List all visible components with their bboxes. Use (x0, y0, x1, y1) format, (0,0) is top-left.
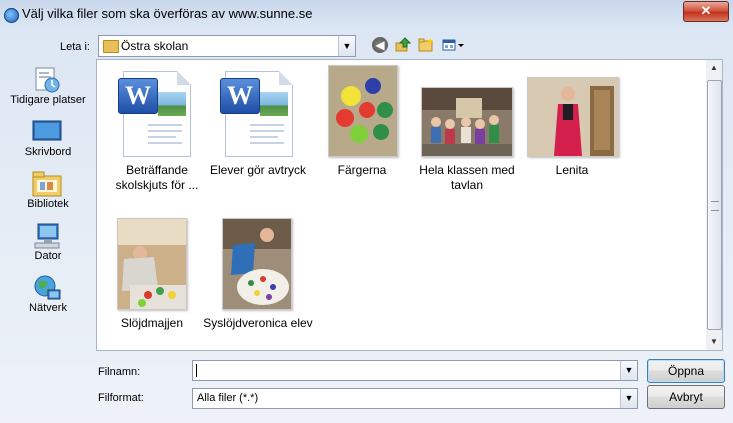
place-label: Tidigare platser (10, 94, 86, 106)
file-open-dialog: Välj vilka filer som ska överföras av ww… (0, 0, 733, 423)
place-label: Bibliotek (27, 198, 69, 210)
chevron-down-icon[interactable]: ▼ (620, 361, 637, 380)
browser-icon (4, 8, 19, 23)
back-icon[interactable]: ◀ (372, 37, 388, 53)
title-bar: Välj vilka filer som ska överföras av ww… (0, 0, 733, 30)
file-name: Slöjdmajjen (120, 316, 184, 330)
view-menu-icon[interactable] (442, 37, 466, 53)
place-recent[interactable]: Tidigare platser (4, 60, 92, 112)
place-label: Dator (34, 250, 62, 262)
look-in-combo[interactable]: Östra skolan ▼ (98, 35, 356, 57)
file-name: Lenita (555, 163, 589, 177)
filetype-label: Filformat: (98, 392, 144, 404)
place-network[interactable]: Nätverk (4, 268, 92, 320)
file-name: Hela klassen med tavlan (419, 163, 515, 192)
file-item[interactable]: Hela klassen med tavlan (412, 65, 522, 195)
file-name: Beträffande skolskjuts för ... (115, 163, 199, 192)
look-in-value: Östra skolan (121, 39, 189, 53)
place-libraries[interactable]: Bibliotek (4, 164, 92, 216)
file-name: Syslöjdveronica elev (203, 316, 313, 330)
libraries-icon (32, 170, 62, 197)
text-caret (196, 364, 197, 377)
filename-field[interactable]: ▼ (192, 360, 638, 381)
file-item[interactable]: Slöjdmajjen (97, 218, 207, 348)
file-item[interactable]: W Elever gör avtryck (203, 65, 313, 195)
scroll-up-arrow-icon[interactable]: ▲ (706, 60, 722, 76)
window-title: Välj vilka filer som ska överföras av ww… (22, 6, 313, 21)
open-button[interactable]: Öppna (647, 359, 725, 383)
place-desktop[interactable]: Skrivbord (4, 112, 92, 164)
image-thumbnail (421, 87, 513, 157)
file-item[interactable]: Syslöjdveronica elev (203, 218, 313, 348)
file-list-view: W Beträffande skolskjuts för ... W Eleve… (96, 59, 708, 351)
image-thumbnail (222, 218, 292, 310)
places-bar: Tidigare platser Skrivbord Bibliotek Dat… (4, 60, 92, 360)
image-thumbnail (328, 65, 398, 157)
image-thumbnail (527, 77, 619, 157)
filename-label: Filnamn: (98, 366, 141, 378)
filetype-select[interactable]: Alla filer (*.*) ▼ (192, 388, 638, 409)
recent-places-icon (32, 66, 62, 93)
file-item[interactable]: Färgerna (307, 65, 417, 195)
up-folder-icon[interactable] (395, 37, 412, 53)
computer-icon (32, 222, 62, 249)
chevron-down-icon[interactable]: ▼ (338, 36, 355, 56)
image-thumbnail (117, 218, 187, 310)
network-icon (32, 274, 62, 300)
close-button[interactable]: ✕ (683, 1, 729, 22)
vertical-scrollbar[interactable]: ▲ ▼ (706, 59, 723, 351)
place-label: Nätverk (29, 302, 67, 314)
filetype-value: Alla filer (*.*) (197, 392, 259, 404)
cancel-button[interactable]: Avbryt (647, 385, 725, 409)
word-document-icon: W (220, 71, 293, 157)
file-name: Elever gör avtryck (209, 163, 307, 177)
word-document-icon: W (118, 71, 191, 157)
folder-icon (103, 40, 119, 53)
file-item[interactable]: Lenita (517, 65, 627, 195)
desktop-icon (32, 118, 62, 142)
scroll-thumb[interactable] (707, 80, 722, 330)
place-computer[interactable]: Dator (4, 216, 92, 268)
scroll-down-arrow-icon[interactable]: ▼ (706, 334, 722, 350)
file-name: Färgerna (337, 163, 387, 177)
new-folder-icon[interactable] (418, 37, 434, 53)
place-label: Skrivbord (24, 146, 72, 158)
file-item[interactable]: W Beträffande skolskjuts för ... (102, 65, 212, 195)
look-in-label: Leta i: (60, 41, 90, 53)
chevron-down-icon[interactable]: ▼ (620, 389, 637, 408)
